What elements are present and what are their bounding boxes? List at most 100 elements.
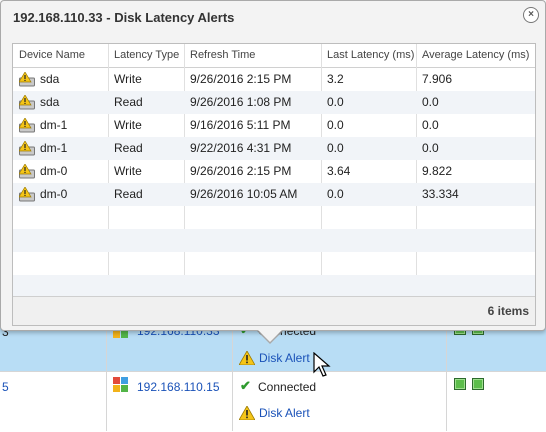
grid-cell-last: 0.0 xyxy=(321,91,416,114)
cell-text: Read xyxy=(114,141,143,155)
grid-cell-type: Write xyxy=(108,160,184,183)
disk-alert-link[interactable]: Disk Alert xyxy=(259,406,310,420)
disk-latency-popup: 192.168.110.33 - Disk Latency Alerts × D… xyxy=(0,0,546,331)
disk-warning-icon xyxy=(19,95,35,110)
grid-cell-type: Read xyxy=(108,183,184,206)
status-green-icon xyxy=(472,378,484,390)
cell-text: 0.0 xyxy=(327,118,344,132)
cell-text: dm-0 xyxy=(40,164,68,178)
grid-row[interactable]: sda Read 9/26/2016 1:08 PM 0.0 0.0 xyxy=(13,91,535,114)
cell-text: dm-1 xyxy=(40,141,68,155)
grid-cell-type: Write xyxy=(108,114,184,137)
cell-text: 0.0 xyxy=(327,95,344,109)
grid-row-empty xyxy=(13,229,535,252)
cell-text: 0.0 xyxy=(422,95,439,109)
grid-cell-time: 9/26/2016 1:08 PM xyxy=(184,91,321,114)
disk-warning-icon xyxy=(19,72,35,87)
grid-footer: 6 items xyxy=(13,296,535,325)
grid-cell-avg: 0.0 xyxy=(416,91,535,114)
grid-row[interactable]: dm-0 Write 9/26/2016 2:15 PM 3.64 9.822 xyxy=(13,160,535,183)
cell-text: 9/26/2016 10:05 AM xyxy=(190,187,298,201)
cell-text: 3.64 xyxy=(327,164,351,178)
cell-text: 0.0 xyxy=(422,118,439,132)
column-header-average-latency[interactable]: Average Latency (ms) xyxy=(416,44,535,67)
grid-cell-avg: 9.822 xyxy=(416,160,535,183)
cell-text: 0.0 xyxy=(327,187,344,201)
grid-row[interactable]: sda Write 9/26/2016 2:15 PM 3.2 7.906 xyxy=(13,68,535,91)
grid-cell-last: 0.0 xyxy=(321,137,416,160)
grid-cell-time: 9/26/2016 2:15 PM xyxy=(184,160,321,183)
grid-cell-type: Write xyxy=(108,68,184,91)
grid-cell-avg: 33.334 xyxy=(416,183,535,206)
warning-icon xyxy=(239,406,255,420)
grid-cell-device: dm-0 xyxy=(13,183,108,206)
grid-cell-time: 9/26/2016 2:15 PM xyxy=(184,68,321,91)
grid-cell-avg: 7.906 xyxy=(416,68,535,91)
cell-text: 7.906 xyxy=(422,72,453,86)
cell-text: 9/22/2016 4:31 PM xyxy=(190,141,292,155)
grid-row[interactable]: dm-0 Read 9/26/2016 10:05 AM 0.0 33.334 xyxy=(13,183,535,206)
disk-warning-icon xyxy=(19,141,35,156)
cell-text: 9.822 xyxy=(422,164,453,178)
grid-row[interactable]: dm-1 Write 9/16/2016 5:11 PM 0.0 0.0 xyxy=(13,114,535,137)
popup-pointer xyxy=(256,328,284,342)
cell-text: sda xyxy=(40,72,60,86)
grid-cell-type: Read xyxy=(108,137,184,160)
grid-cell-avg: 0.0 xyxy=(416,114,535,137)
mouse-cursor-icon xyxy=(313,352,331,377)
popup-title: 192.168.110.33 - Disk Latency Alerts xyxy=(13,10,235,25)
connection-status: Connected xyxy=(258,380,317,394)
grid-cell-device: dm-1 xyxy=(13,137,108,160)
cell-text: Write xyxy=(114,118,142,132)
close-icon[interactable]: × xyxy=(523,7,539,23)
cell-text: sda xyxy=(40,95,60,109)
grid-row-empty xyxy=(13,206,535,229)
grid-row-empty xyxy=(13,252,535,275)
row-id-text[interactable]: 5 xyxy=(2,380,9,394)
grid-cell-avg: 0.0 xyxy=(416,137,535,160)
cell-text: Read xyxy=(114,187,143,201)
host-icon xyxy=(113,377,129,393)
cell-text: Read xyxy=(114,95,143,109)
grid-cell-last: 3.64 xyxy=(321,160,416,183)
cell-text: Write xyxy=(114,72,142,86)
grid-cell-time: 9/26/2016 10:05 AM xyxy=(184,183,321,206)
column-header-device[interactable]: Device Name xyxy=(13,44,108,67)
warning-icon xyxy=(239,351,255,365)
column-header-refresh-time[interactable]: Refresh Time xyxy=(184,44,321,67)
grid-cell-device: dm-1 xyxy=(13,114,108,137)
grid-cell-device: dm-0 xyxy=(13,160,108,183)
connected-check-icon: ✔ xyxy=(240,378,251,393)
grid-cell-last: 0.0 xyxy=(321,114,416,137)
cell-text: 9/26/2016 1:08 PM xyxy=(190,95,292,109)
cell-text: dm-1 xyxy=(40,118,68,132)
column-header-latency-type[interactable]: Latency Type xyxy=(108,44,184,67)
grid-cell-device: sda xyxy=(13,91,108,114)
disk-warning-icon xyxy=(19,164,35,179)
cell-text: 9/26/2016 2:15 PM xyxy=(190,72,292,86)
disk-warning-icon xyxy=(19,187,35,202)
cell-text: 3.2 xyxy=(327,72,344,86)
cell-text: 0.0 xyxy=(422,141,439,155)
cell-text: 9/26/2016 2:15 PM xyxy=(190,164,292,178)
cell-text: Write xyxy=(114,164,142,178)
grid-header: Device Name Latency Type Refresh Time La… xyxy=(13,44,535,68)
grid-cell-last: 3.2 xyxy=(321,68,416,91)
host-ip-link[interactable]: 192.168.110.15 xyxy=(137,380,220,394)
grid-cell-time: 9/16/2016 5:11 PM xyxy=(184,114,321,137)
status-green-icon xyxy=(454,378,466,390)
grid-cell-last: 0.0 xyxy=(321,183,416,206)
cell-text: 9/16/2016 5:11 PM xyxy=(190,118,291,132)
disk-warning-icon xyxy=(19,118,35,133)
grid-row[interactable]: dm-1 Read 9/22/2016 4:31 PM 0.0 0.0 xyxy=(13,137,535,160)
items-count: 6 items xyxy=(487,304,529,318)
grid-row-empty xyxy=(13,275,535,298)
column-header-last-latency[interactable]: Last Latency (ms) xyxy=(321,44,416,67)
cell-text: 0.0 xyxy=(327,141,344,155)
latency-grid: Device Name Latency Type Refresh Time La… xyxy=(12,43,536,326)
grid-cell-type: Read xyxy=(108,91,184,114)
cell-text: dm-0 xyxy=(40,187,68,201)
disk-alert-link[interactable]: Disk Alert xyxy=(259,351,310,365)
grid-cell-time: 9/22/2016 4:31 PM xyxy=(184,137,321,160)
cell-text: 33.334 xyxy=(422,187,459,201)
